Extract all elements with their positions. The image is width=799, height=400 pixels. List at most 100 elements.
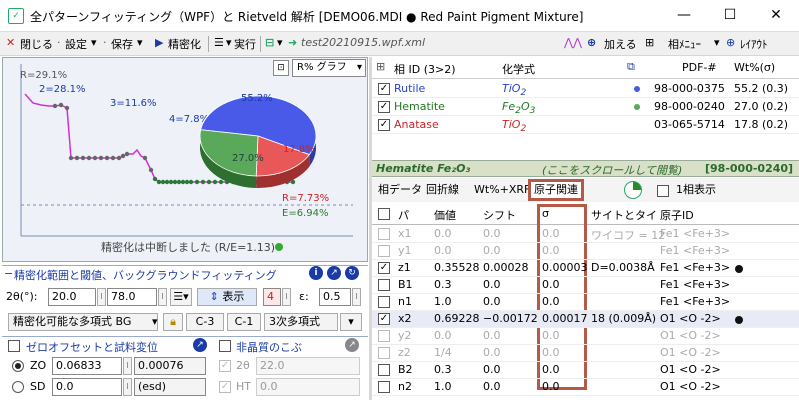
atom-checkbox[interactable]: ✓ — [378, 313, 390, 325]
atom-value[interactable]: 1.0 — [434, 380, 452, 393]
atom-row[interactable]: y2 0.0 0.0 0.0 O1 <O -2> — [372, 328, 799, 345]
atom-checkbox[interactable] — [378, 228, 390, 240]
pie-icon[interactable] — [624, 181, 642, 199]
atom-value[interactable]: 0.0 — [434, 227, 452, 240]
atom-row[interactable]: n1 1.0 0.0 0.0 Fe1 <Fe+3> — [372, 294, 799, 311]
atom-value[interactable]: 0.69228 — [434, 312, 480, 325]
epsilon-input[interactable]: 0.5 — [319, 288, 351, 306]
file-icon[interactable]: ⊟ — [265, 36, 274, 52]
atom-checkbox[interactable] — [378, 296, 390, 308]
atom-value[interactable]: 1/4 — [434, 346, 452, 359]
select-all-checkbox[interactable] — [378, 208, 390, 220]
spin-icon[interactable]: ⁝ — [97, 288, 106, 306]
bg-order-input[interactable]: 4 — [263, 288, 281, 306]
list-select-button[interactable]: ☰▾ — [170, 288, 192, 306]
bg-model-select[interactable]: 精密化可能な多項式 BG — [8, 313, 158, 331]
col-pdf[interactable]: PDF-# — [682, 61, 717, 74]
col-site[interactable]: サイトとタイ — [591, 207, 657, 223]
refresh-icon[interactable]: ↻ — [345, 266, 359, 280]
phase-checkbox[interactable]: ✓ — [378, 101, 390, 113]
atom-checkbox[interactable] — [378, 245, 390, 257]
refine-flag-icon[interactable] — [735, 265, 743, 273]
atom-row[interactable]: y1 0.0 0.0 0.0 Fe1 <Fe+3> — [372, 243, 799, 260]
sd-input[interactable]: 0.0 — [52, 378, 122, 396]
col-shift[interactable]: シフト — [483, 207, 516, 223]
col-sigma[interactable]: σ — [542, 207, 549, 220]
refine-flag-icon[interactable] — [735, 316, 743, 324]
graph-icon[interactable]: ⋀⋀ — [564, 36, 582, 52]
atom-row[interactable]: ✓ x2 0.69228 −0.00172 0.00017 18 (0.009Å) O1 <… — [372, 311, 799, 328]
link-icon[interactable]: ↗ — [193, 338, 207, 352]
phase-checkbox[interactable]: ✓ — [378, 83, 390, 95]
zero-offset-checkbox[interactable] — [8, 340, 20, 352]
atom-checkbox[interactable] — [378, 330, 390, 342]
export-icon[interactable]: ⊡ — [273, 60, 289, 76]
phase-row[interactable]: ✓ Anatase TiO2 03-065-5714 17.8 (0.2) — [372, 116, 799, 134]
refine-button[interactable]: 精密化 — [168, 36, 201, 52]
atom-value[interactable]: 0.3 — [434, 278, 452, 291]
c3-button[interactable]: C-3 — [186, 313, 224, 331]
atom-checkbox[interactable] — [378, 364, 390, 376]
atom-checkbox[interactable] — [378, 279, 390, 291]
link-icon[interactable]: ↗ — [345, 338, 359, 352]
atom-checkbox[interactable] — [378, 381, 390, 393]
save-menu[interactable]: 保存 — [111, 36, 133, 52]
col-value[interactable]: 価値 — [434, 207, 456, 223]
spin-icon[interactable]: ⁝ — [123, 357, 132, 375]
amorphous-checkbox[interactable] — [219, 340, 231, 352]
phase-detail-bar[interactable]: Hematite Fe₂O₃ (ここをスクロールして閲覧) [98-000-02… — [372, 160, 799, 177]
info-icon[interactable]: i — [309, 266, 323, 280]
show-button[interactable]: ⇕ 表示 — [197, 288, 257, 306]
tab-wt-xrf[interactable]: Wt%+XRF — [470, 181, 534, 199]
atom-row[interactable]: B2 0.3 0.0 0.0 O1 <O -2> — [372, 362, 799, 379]
layout-menu[interactable]: ﾚｲｱｳﾄ — [740, 36, 768, 52]
atom-row[interactable]: ✓ z1 0.35528 0.00028 0.00003 D=0.0038Å Fe1 <Fe… — [372, 260, 799, 277]
atom-value[interactable]: 0.35528 — [434, 261, 480, 274]
pie-column-icon[interactable]: ⧉ — [627, 60, 635, 74]
tab-reflections[interactable]: 回折線 — [422, 181, 463, 199]
two-theta-min-input[interactable]: 20.0 — [48, 288, 96, 306]
ht-checkbox[interactable]: ✓ — [219, 381, 231, 393]
theta2-input[interactable]: 22.0 — [256, 357, 360, 375]
ht-input[interactable]: 0.0 — [256, 378, 360, 396]
spin-icon[interactable]: ⁝ — [282, 288, 291, 306]
atom-value[interactable]: 0.0 — [434, 329, 452, 342]
phase-checkbox[interactable]: ✓ — [378, 119, 390, 131]
zo-input[interactable]: 0.06833 — [52, 357, 122, 375]
settings-menu[interactable]: 設定 — [65, 36, 87, 52]
atom-row[interactable]: z2 1/4 0.0 0.0 O1 <O -2> — [372, 345, 799, 362]
section1-toggle[interactable]: − — [4, 267, 13, 280]
tab-phase-data[interactable]: 相データ — [374, 181, 426, 199]
single-phase-checkbox[interactable] — [657, 185, 669, 197]
phase-row[interactable]: ✓ Hematite Fe2O3 98-000-0240 27.0 (0.2) — [372, 98, 799, 116]
col-phase-id[interactable]: 相 ID (3>2) — [394, 61, 456, 77]
minimize-button[interactable]: — — [661, 0, 707, 32]
atom-row[interactable]: n2 1.0 0.0 0.0 O1 <O -2> — [372, 379, 799, 396]
chart-mode-select[interactable]: R% グラフ ▾ — [292, 59, 366, 77]
spin-icon[interactable]: ⁝ — [352, 288, 361, 306]
add-button[interactable]: 加える — [604, 36, 637, 52]
close-menu[interactable]: 閉じる — [20, 36, 53, 52]
col-param[interactable]: パ — [398, 207, 409, 223]
theta2-checkbox[interactable]: ✓ — [219, 360, 231, 372]
run-button[interactable]: 実行 — [234, 36, 256, 52]
atom-row[interactable]: x1 0.0 0.0 0.0 ワイコフ = 12 Fe1 <Fe+3> — [372, 226, 799, 243]
atom-checkbox[interactable]: ✓ — [378, 262, 390, 274]
col-formula[interactable]: 化学式 — [502, 61, 535, 77]
link-icon[interactable]: ↗ — [327, 266, 341, 280]
atom-checkbox[interactable] — [378, 347, 390, 359]
atom-value[interactable]: 1.0 — [434, 295, 452, 308]
col-atom-id[interactable]: 原子ID — [660, 207, 694, 223]
lock-icon[interactable]: 🔒︎ — [163, 313, 183, 331]
phase-menu[interactable]: 相ﾒﾆｭｰ — [668, 36, 701, 52]
c1-button[interactable]: C-1 — [227, 313, 261, 331]
poly-select[interactable]: 3次多項式 — [264, 313, 338, 331]
spin-icon[interactable]: ⁝ — [158, 288, 167, 306]
atom-row[interactable]: B1 0.3 0.0 0.0 Fe1 <Fe+3> — [372, 277, 799, 294]
zo-radio[interactable] — [12, 360, 24, 372]
atom-value[interactable]: 0.3 — [434, 363, 452, 376]
two-theta-max-input[interactable]: 78.0 — [107, 288, 157, 306]
chevron-down-icon[interactable]: ▾ — [340, 313, 362, 331]
col-wt[interactable]: Wt%(σ) — [734, 61, 775, 74]
sd-radio[interactable] — [12, 381, 24, 393]
